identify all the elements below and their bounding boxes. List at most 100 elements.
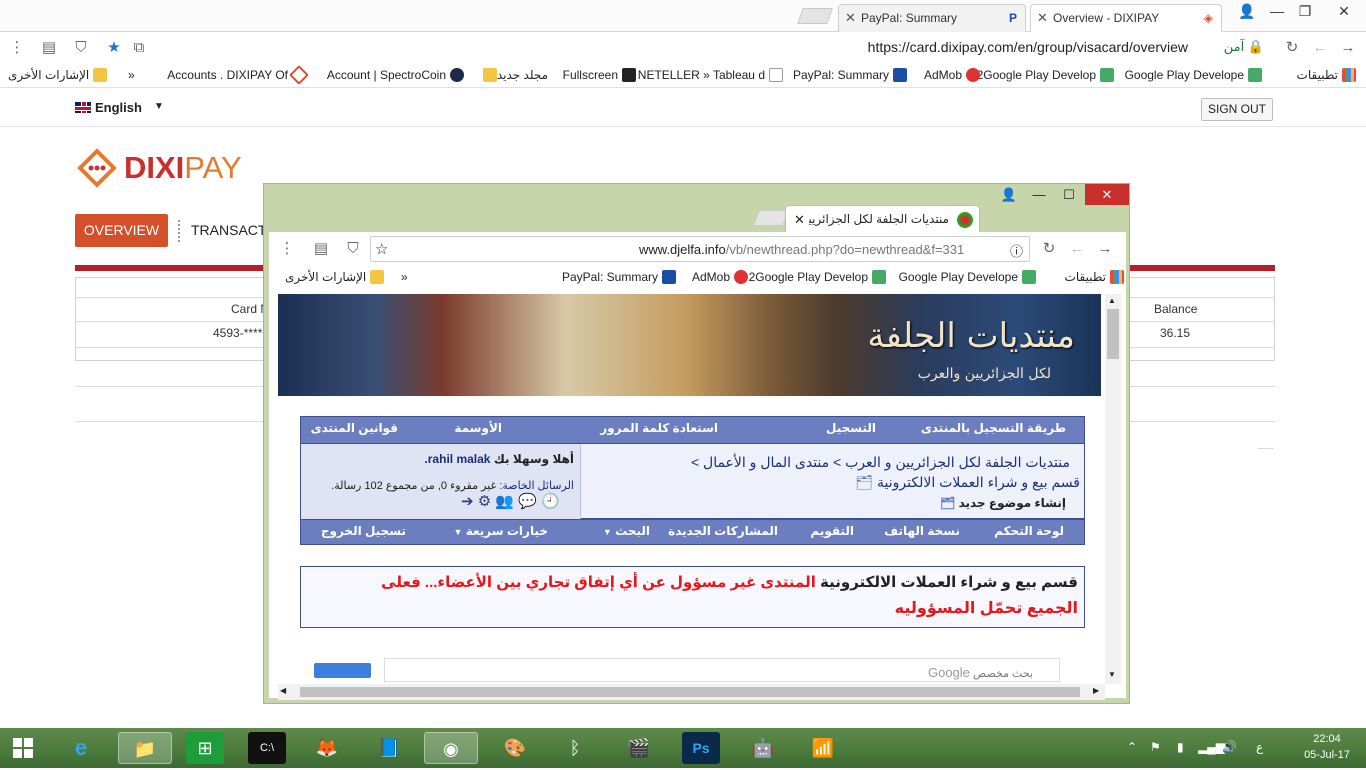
store-icon[interactable]: ⊞ xyxy=(186,732,224,764)
breadcrumb-section[interactable]: قسم بيع و شراء العملات الالكترونية 🗂 xyxy=(855,474,1080,491)
new-tab-button[interactable] xyxy=(797,8,833,24)
firefox-icon[interactable]: 🦊 xyxy=(308,732,346,764)
minimize-button[interactable]: — xyxy=(1024,184,1054,205)
bookmark-spectrocoin[interactable]: Account | SpectroCoin xyxy=(327,68,464,82)
reload-icon[interactable]: ↻ xyxy=(1283,39,1301,57)
bookmark-google-play-2[interactable]: 2Google Play Develop xyxy=(977,68,1114,82)
tab-djelfa-forum[interactable]: ✕ منتديات الجلفة لكل الجزائريين xyxy=(785,205,980,232)
forward-icon[interactable]: ← xyxy=(1311,39,1329,57)
chat-icon[interactable]: 💬 xyxy=(518,493,537,510)
bookmark-google-play-1[interactable]: Google Play Develope xyxy=(899,270,1036,284)
wifi-hotspot-icon[interactable]: 📶 xyxy=(804,732,842,764)
scroll-left-icon[interactable]: ◀ xyxy=(280,686,286,695)
scroll-down-icon[interactable]: ▼ xyxy=(1108,670,1116,679)
bookmark-google-play-2[interactable]: 2Google Play Develop xyxy=(749,270,886,284)
nav-registration-guide[interactable]: طريقة التسجيل بالمنتدى xyxy=(921,421,1066,435)
info-icon[interactable]: ⓘ xyxy=(1010,241,1023,260)
bluetooth-icon[interactable]: ᛒ xyxy=(556,732,594,764)
bookmark-admob[interactable]: AdMob xyxy=(692,270,748,284)
star-icon[interactable]: ☆ xyxy=(375,240,388,258)
close-icon[interactable]: ✕ xyxy=(794,212,805,228)
battery-icon[interactable]: ▮ xyxy=(1177,740,1184,754)
scroll-up-icon[interactable]: ▲ xyxy=(1108,296,1116,305)
tab-overview-dixipay[interactable]: ✕ Overview - DIXIPAY ◈ xyxy=(1030,4,1222,32)
user-icon[interactable]: 👤 xyxy=(1232,0,1262,22)
restore-button[interactable]: ❐ xyxy=(1290,0,1320,22)
settings-icon[interactable]: ⚙ xyxy=(478,493,491,510)
bookmark-dixipay[interactable]: Accounts . DIXIPAY Of xyxy=(167,65,309,85)
breadcrumb-path[interactable]: منتديات الجلفة لكل الجزائريين و العرب > … xyxy=(691,454,1070,471)
back-icon[interactable]: → xyxy=(1339,39,1357,57)
forward-icon[interactable]: ← xyxy=(1068,240,1086,258)
flag-icon[interactable]: ⚑ xyxy=(1150,740,1161,754)
sign-out-button[interactable]: SIGN OUT xyxy=(1201,98,1273,121)
reload-icon[interactable]: ↻ xyxy=(1040,240,1058,258)
username-link[interactable]: rahil malak. xyxy=(424,452,490,466)
bookmark-apps[interactable]: تطبيقات xyxy=(1297,68,1356,82)
color-app-icon[interactable]: 🎨 xyxy=(496,732,534,764)
video-editor-icon[interactable]: 🎬 xyxy=(620,732,658,764)
tab-paypal-summary[interactable]: ✕ PayPal: Summary P xyxy=(838,4,1026,32)
notes-icon[interactable]: 📘 xyxy=(370,732,408,764)
forum-banner[interactable]: منتديات الجلفة لكل الجزائريين والعرب xyxy=(278,294,1101,396)
reader-icon[interactable]: ▤ xyxy=(40,39,58,57)
clock[interactable]: 22:04 05-Jul-17 xyxy=(1292,731,1362,763)
bookmark-apps[interactable]: تطبيقات xyxy=(1065,270,1124,284)
address-bar[interactable]: ☆ www.djelfa.info/vb/newthread.php?do=ne… xyxy=(370,236,1030,262)
nav-overview[interactable]: OVERVIEW xyxy=(75,214,168,247)
dixipay-logo[interactable]: DIXIPAY xyxy=(124,150,242,186)
maximize-button[interactable]: ☐ xyxy=(1054,184,1084,205)
nav-mobile-version[interactable]: نسخة الهاتف xyxy=(884,524,960,538)
bookmark-other[interactable]: الإشارات الأخرى xyxy=(285,270,385,284)
nav-transactions[interactable]: TRANSACT xyxy=(191,222,266,238)
new-tab-button[interactable] xyxy=(753,210,789,226)
nav-badges[interactable]: الأوسمة xyxy=(454,421,502,435)
logout-icon[interactable]: ➔ xyxy=(461,493,474,510)
back-icon[interactable]: → xyxy=(1096,240,1114,258)
shield-icon[interactable]: ⛉ xyxy=(72,39,90,57)
tray-arrow-icon[interactable]: ⌃ xyxy=(1127,740,1137,754)
shield-icon[interactable]: ⛉ xyxy=(344,240,362,258)
secure-indicator[interactable]: آمن 🔒 xyxy=(1224,39,1264,55)
bookmark-fullscreen[interactable]: Fullscreen xyxy=(563,68,636,82)
bookmarks-overflow[interactable]: » xyxy=(128,68,135,82)
user-icon[interactable]: 👤 xyxy=(994,184,1024,205)
bookmark-admob[interactable]: AdMob xyxy=(924,68,980,82)
nav-password-recovery[interactable]: استعادة كلمة المرور xyxy=(600,421,718,435)
nav-new-posts[interactable]: المشاركات الجديدة xyxy=(668,524,778,538)
start-button[interactable] xyxy=(4,732,42,764)
nav-control-panel[interactable]: لوحة التحكم xyxy=(994,524,1064,538)
scrollbar-thumb[interactable] xyxy=(1107,309,1119,359)
language-selector[interactable]: English xyxy=(75,100,142,115)
nav-calendar[interactable]: التقويم xyxy=(810,524,854,538)
chevron-down-icon[interactable]: ▼ xyxy=(154,101,164,112)
bookmark-other[interactable]: الإشارات الأخرى xyxy=(8,68,108,82)
nav-search[interactable]: البحث ▼ xyxy=(603,524,650,538)
bookmark-paypal[interactable]: PayPal: Summary xyxy=(562,270,676,284)
signal-icon[interactable]: ▂▄▆ xyxy=(1198,740,1225,754)
add-friend-icon[interactable]: 👥 xyxy=(495,493,514,510)
bookmark-neteller[interactable]: NETELLER » Tableau d xyxy=(638,68,783,82)
close-window-button[interactable]: ✕ xyxy=(1322,0,1366,22)
file-explorer-icon[interactable]: 📁 xyxy=(118,732,172,764)
bookmarks-overflow[interactable]: » xyxy=(401,270,408,284)
close-window-button[interactable]: ✕ xyxy=(1085,184,1129,205)
chrome-icon[interactable]: ◉ xyxy=(424,732,478,764)
scrollbar-thumb[interactable] xyxy=(300,687,1080,697)
nav-rules[interactable]: قوانين المنتدى xyxy=(311,421,398,435)
search-input[interactable]: Google بحث مخصص xyxy=(384,658,1060,682)
photoshop-icon[interactable]: Ps xyxy=(682,732,720,764)
volume-icon[interactable]: 🔊 xyxy=(1222,740,1237,754)
android-studio-icon[interactable]: 🤖 xyxy=(744,732,782,764)
bookmark-paypal[interactable]: PayPal: Summary xyxy=(793,68,907,82)
nav-logout[interactable]: تسجيل الخروج xyxy=(321,524,406,538)
input-language[interactable]: ع xyxy=(1256,740,1263,754)
close-icon[interactable]: ✕ xyxy=(845,10,856,26)
menu-icon[interactable]: ⋮ xyxy=(278,240,296,258)
nav-register[interactable]: التسجيل xyxy=(826,421,876,435)
clock-icon[interactable]: 🕘 xyxy=(541,493,560,510)
reader-icon[interactable]: ▤ xyxy=(312,240,330,258)
search-button[interactable] xyxy=(314,663,371,678)
cmd-icon[interactable]: C:\ xyxy=(248,732,286,764)
menu-icon[interactable]: ⋮ xyxy=(8,39,26,57)
